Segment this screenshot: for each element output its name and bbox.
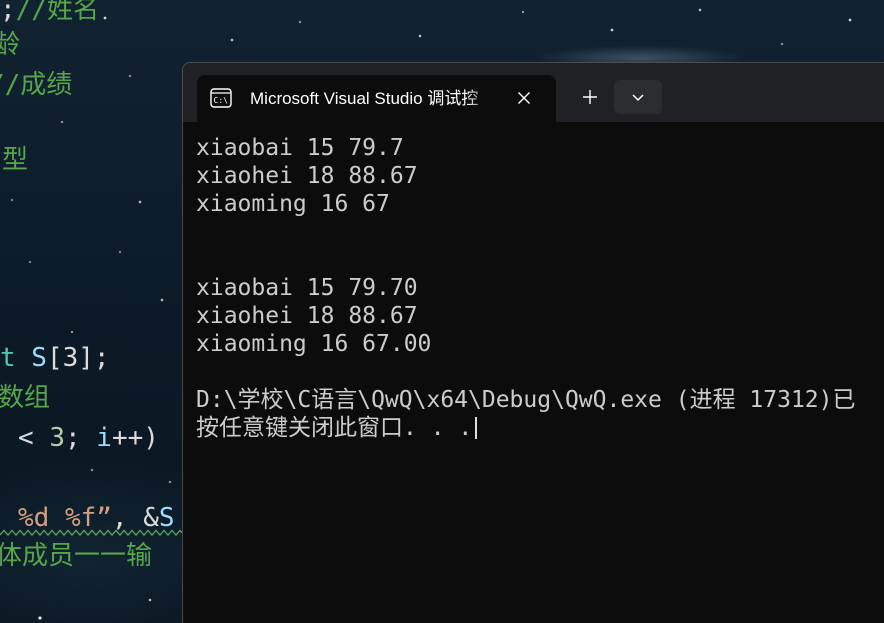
close-icon[interactable] <box>516 90 532 106</box>
text-cursor <box>475 417 478 439</box>
code-token: ; <box>0 0 16 25</box>
output-line: xiaobai 15 79.7 <box>196 135 404 161</box>
tab-dropdown-button[interactable] <box>614 80 662 114</box>
code-type: t <box>0 343 16 373</box>
terminal-icon-svg: C:\ <box>210 88 232 108</box>
warning-squiggle <box>0 529 184 536</box>
code-comment: //姓名 <box>15 0 99 25</box>
output-line: xiaoming 16 67 <box>196 191 390 217</box>
output-line-prompt: 按任意键关闭此窗口. . . <box>196 414 884 442</box>
code-comment: 型 <box>2 145 29 175</box>
code-token: ++) <box>111 423 159 453</box>
terminal-icon-glyph: C:\ <box>214 96 229 105</box>
code-line: 龄 <box>0 29 20 61</box>
tab-bar: C:\ Microsoft Visual Studio 调试控 <box>183 63 884 122</box>
press-any-key-prompt: 按任意键关闭此窗口. . . <box>196 415 473 441</box>
code-line: //成绩 <box>0 69 72 101</box>
output-line: xiaohei 18 88.67 <box>196 163 418 189</box>
code-number: 3 <box>49 423 65 453</box>
code-identifier: i <box>96 423 112 453</box>
code-line: t S[3]; <box>0 342 110 374</box>
new-tab-button[interactable] <box>582 89 598 105</box>
output-line: xiaoming 16 67.00 <box>196 331 432 357</box>
terminal-window[interactable]: C:\ Microsoft Visual Studio 调试控 xiaobai … <box>182 62 884 623</box>
process-exit-message: D:\学校\C语言\QwQ\x64\Debug\QwQ.exe (进程 1731… <box>196 387 856 413</box>
code-comment: 数组 <box>0 383 51 413</box>
tab-title: Microsoft Visual Studio 调试控 <box>250 89 479 108</box>
code-token: ; <box>64 423 97 453</box>
warning-squiggle-line <box>0 529 184 536</box>
code-token: < <box>18 423 50 453</box>
code-line: 型 <box>2 144 28 176</box>
code-line: 体成员一一输 <box>0 540 152 572</box>
close-icon-svg <box>518 92 530 104</box>
code-editor[interactable]: ;//姓名 龄 //成绩 型 t S[3]; 数组 < 3; i++) %d %… <box>0 0 184 623</box>
terminal-icon: C:\ <box>210 88 232 108</box>
code-line: ;//姓名 <box>0 0 99 26</box>
output-line: xiaobai 15 79.70 <box>196 275 418 301</box>
plus-icon <box>583 90 597 104</box>
code-comment: 体成员一一输 <box>0 541 153 571</box>
code-line: 数组 <box>0 382 50 414</box>
code-line: < 3; i++) <box>18 422 159 454</box>
chevron-down-icon <box>632 94 644 101</box>
code-comment: 龄 <box>0 30 21 60</box>
tab-debug-console[interactable]: C:\ Microsoft Visual Studio 调试控 <box>197 75 556 122</box>
code-token: [3]; <box>46 343 110 373</box>
code-comment: //成绩 <box>0 70 73 100</box>
code-identifier: S <box>15 343 47 373</box>
chevron-down-icon-stroke <box>632 94 644 101</box>
console-output[interactable]: xiaobai 15 79.7 xiaohei 18 88.67 xiaomin… <box>183 122 884 623</box>
output-line: xiaohei 18 88.67 <box>196 303 418 329</box>
